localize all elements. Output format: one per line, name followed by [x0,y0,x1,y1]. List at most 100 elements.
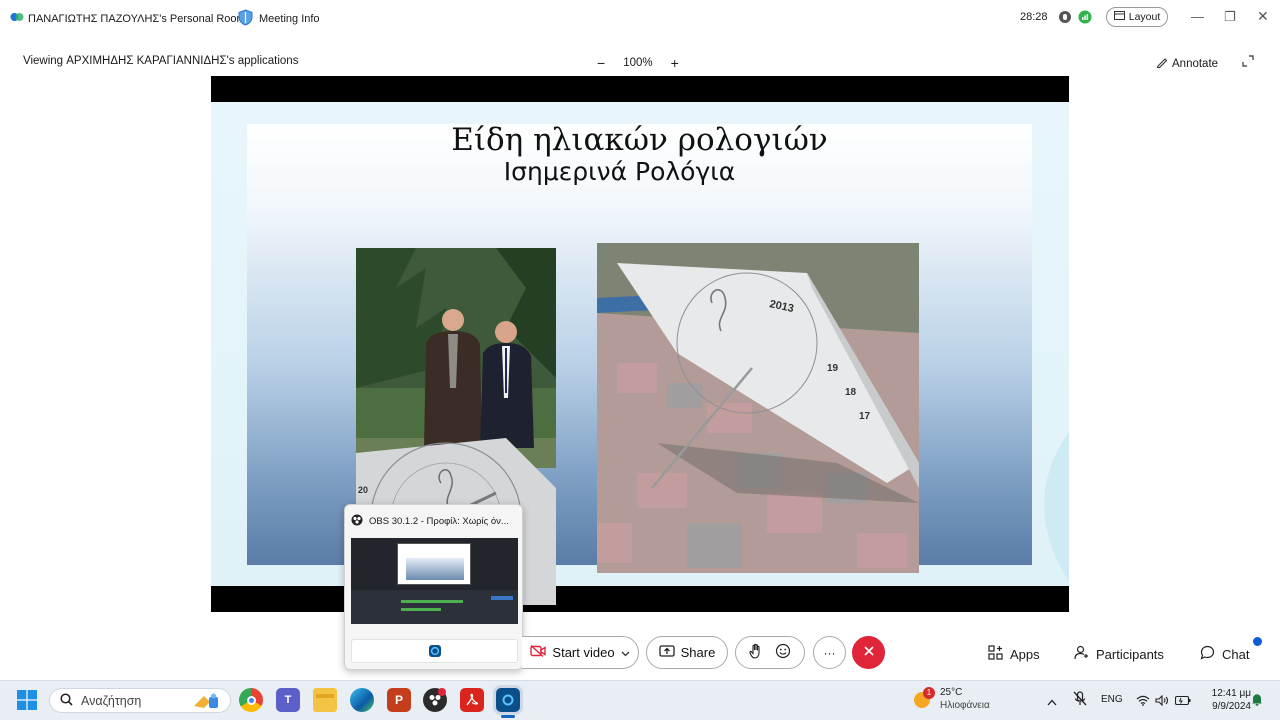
viewing-label: Viewing ΑΡΧΙΜΗΔΗΣ ΚΑΡΑΓΙΑΝΝΙΔΗΣ's applic… [23,55,299,67]
wifi-icon[interactable] [1136,693,1150,711]
acrobat-taskbar-icon[interactable] [460,688,484,712]
obs-preview-thumbnail [351,538,518,624]
window-titlebar: ΠΑΝΑΓΙΩΤΗΣ ΠΑΖΟΥΛΗΣ's Personal Room Meet… [0,0,1280,36]
obs-audio-meter [401,600,463,603]
zoom-controls: − 100% + [597,55,679,71]
sun-icon: 1 [914,687,935,708]
webex-window-thumbnail[interactable] [351,639,518,663]
obs-preview-mixer [351,590,518,624]
battery-icon[interactable] [1174,693,1191,711]
meeting-info-label: Meeting Info [259,13,320,25]
weather-widget[interactable]: 1 25°C Ηλιοφάνεια [914,686,990,712]
dial-number: 20 [358,485,368,495]
search-icon [60,692,73,709]
chat-button[interactable]: Chat [1200,645,1249,663]
windows-start-icon[interactable] [17,690,37,715]
close-icon[interactable]: ✕ [1257,8,1269,25]
share-button[interactable]: Share [646,636,728,669]
reactions-group [735,636,805,669]
person-icon [1074,645,1089,663]
annotate-button[interactable]: Annotate [1156,56,1218,71]
taskbar-search-box[interactable]: Αναζήτηση [49,688,231,713]
shared-screen: Είδη ηλιακών ρολογιών Ισημερινά Ρολόγια [211,76,1069,612]
meeting-info-button[interactable]: Meeting Info [238,9,320,29]
powerpoint-taskbar-icon[interactable]: P [387,688,411,712]
close-icon [863,645,875,660]
recording-status-icon [1058,10,1072,27]
dial-number: 18 [845,387,857,398]
network-health-icon[interactable] [1078,10,1092,27]
chat-notification-badge [1253,637,1262,646]
apps-button[interactable]: Apps [988,645,1040,663]
webex-taskbar-icon[interactable] [496,688,520,712]
annotate-label: Annotate [1172,57,1219,70]
obs-control-button [491,596,513,600]
participants-label: Participants [1096,646,1164,662]
share-screen-icon [658,644,675,661]
layout-label: Layout [1128,11,1161,23]
chevron-up-icon[interactable] [1047,693,1057,711]
layout-icon [1113,11,1125,23]
video-off-icon [530,644,547,660]
zoom-in-button[interactable]: + [671,55,679,71]
search-placeholder: Αναζήτηση [81,693,142,708]
search-highlight-icon [192,692,222,713]
slide-title: Είδη ηλιακών ρολογιών [451,122,828,158]
weather-temperature: 25°C [940,687,963,698]
expand-icon[interactable] [1242,55,1254,70]
taskbar-clock[interactable]: 12:41 μμ 9/9/2024 [1199,687,1251,713]
weather-badge: 1 [923,687,935,699]
zoom-out-button[interactable]: − [597,55,605,71]
file-explorer-taskbar-icon[interactable] [313,688,337,712]
obs-notification-dot [438,688,446,696]
active-app-indicator [501,715,515,718]
weather-description: Ηλιοφάνεια [940,700,990,711]
dial-number: 19 [827,363,839,374]
raise-hand-icon[interactable] [749,643,763,662]
shield-icon [238,9,253,29]
microphone-muted-icon[interactable] [1073,691,1087,712]
room-title: ΠΑΝΑΓΙΩΤΗΣ ΠΑΖΟΥΛΗΣ's Personal Room [10,11,246,26]
share-label: Share [680,645,716,660]
obs-preview-scene [397,543,471,585]
obs-taskbar-preview[interactable]: OBS 30.1.2 - Προφίλ: Χωρίς όν... [344,504,523,670]
meeting-timer: 28:28 [1020,11,1048,23]
obs-logo-icon [351,514,363,529]
language-indicator[interactable]: ENG [1101,694,1123,705]
teams-taskbar-icon[interactable]: T [276,688,300,712]
maximize-icon[interactable]: ❐ [1224,9,1236,25]
end-call-button[interactable] [852,636,885,669]
chat-bubble-icon [1200,645,1215,663]
webex-logo-icon [10,11,24,26]
apps-grid-icon [988,645,1003,663]
obs-title-text: OBS 30.1.2 - Προφίλ: Χωρίς όν... [369,516,509,527]
zoom-level: 100% [623,57,653,69]
slide-subtitle: Ισημερινά Ρολόγια [503,157,736,186]
more-options-button[interactable]: ··· [813,636,846,669]
volume-icon[interactable] [1155,693,1169,711]
layout-button[interactable]: Layout [1106,7,1168,27]
webex-app-icon [428,645,441,657]
participants-button[interactable]: Participants [1074,645,1164,663]
edge-taskbar-icon[interactable] [350,688,374,712]
start-video-button[interactable]: Start video [522,636,639,669]
photo-sundial-ground: 2013 19 18 17 [597,243,919,573]
pen-icon [1156,56,1168,71]
chevron-down-icon[interactable] [621,645,630,660]
reaction-emoji-icon[interactable] [775,643,791,662]
obs-audio-meter [401,608,441,611]
clock-time: 12:41 μμ [1211,688,1251,699]
chat-label: Chat [1222,646,1250,662]
share-header: Viewing ΑΡΧΙΜΗΔΗΣ ΚΑΡΑΓΙΑΝΝΙΔΗΣ's applic… [0,48,1280,76]
chrome-taskbar-icon[interactable] [239,688,263,712]
start-video-label: Start video [552,645,615,660]
clock-date: 9/9/2024 [1212,701,1251,712]
obs-preview-title: OBS 30.1.2 - Προφίλ: Χωρίς όν... [351,514,509,529]
presentation-slide: Είδη ηλιακών ρολογιών Ισημερινά Ρολόγια [247,122,1032,605]
dial-number: 17 [859,411,871,422]
room-title-text: ΠΑΝΑΓΙΩΤΗΣ ΠΑΖΟΥΛΗΣ's Personal Room [28,12,246,25]
minimize-icon[interactable]: — [1191,9,1204,24]
notification-bell-icon[interactable] [1251,693,1263,711]
obs-preview-slide [406,558,464,580]
apps-label: Apps [1010,646,1040,662]
